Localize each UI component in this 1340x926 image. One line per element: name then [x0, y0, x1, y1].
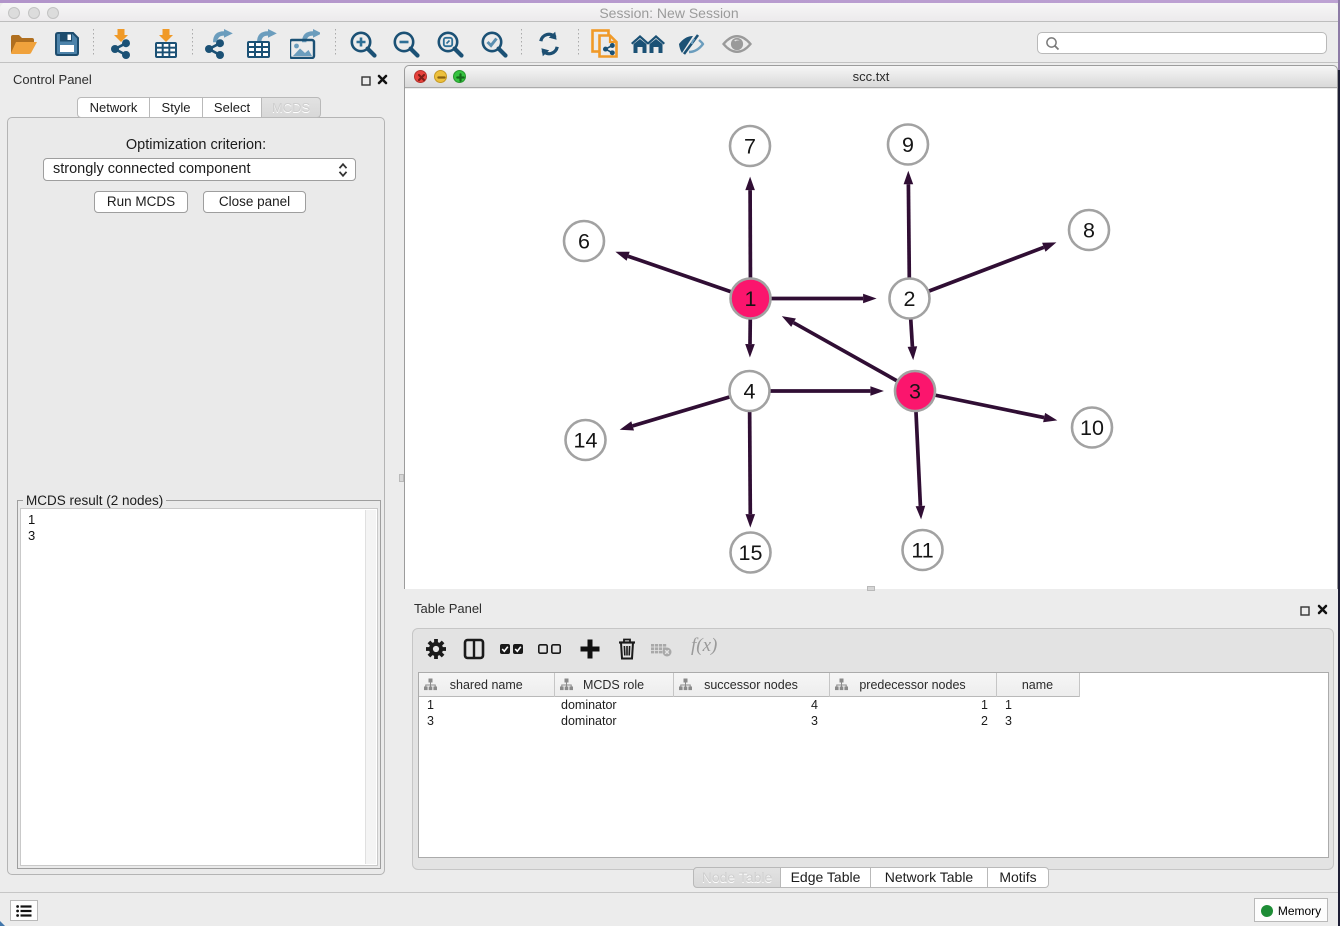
svg-text:8: 8	[1083, 219, 1095, 243]
svg-text:11: 11	[911, 539, 933, 563]
svg-text:2: 2	[904, 287, 916, 311]
svg-text:10: 10	[1080, 416, 1104, 440]
svg-text:4: 4	[744, 380, 756, 404]
svg-text:9: 9	[902, 133, 914, 157]
svg-text:14: 14	[574, 429, 598, 453]
svg-text:7: 7	[744, 135, 756, 159]
svg-text:3: 3	[909, 380, 921, 404]
svg-text:6: 6	[578, 230, 590, 254]
svg-text:1: 1	[745, 287, 757, 311]
svg-text:15: 15	[739, 541, 763, 565]
